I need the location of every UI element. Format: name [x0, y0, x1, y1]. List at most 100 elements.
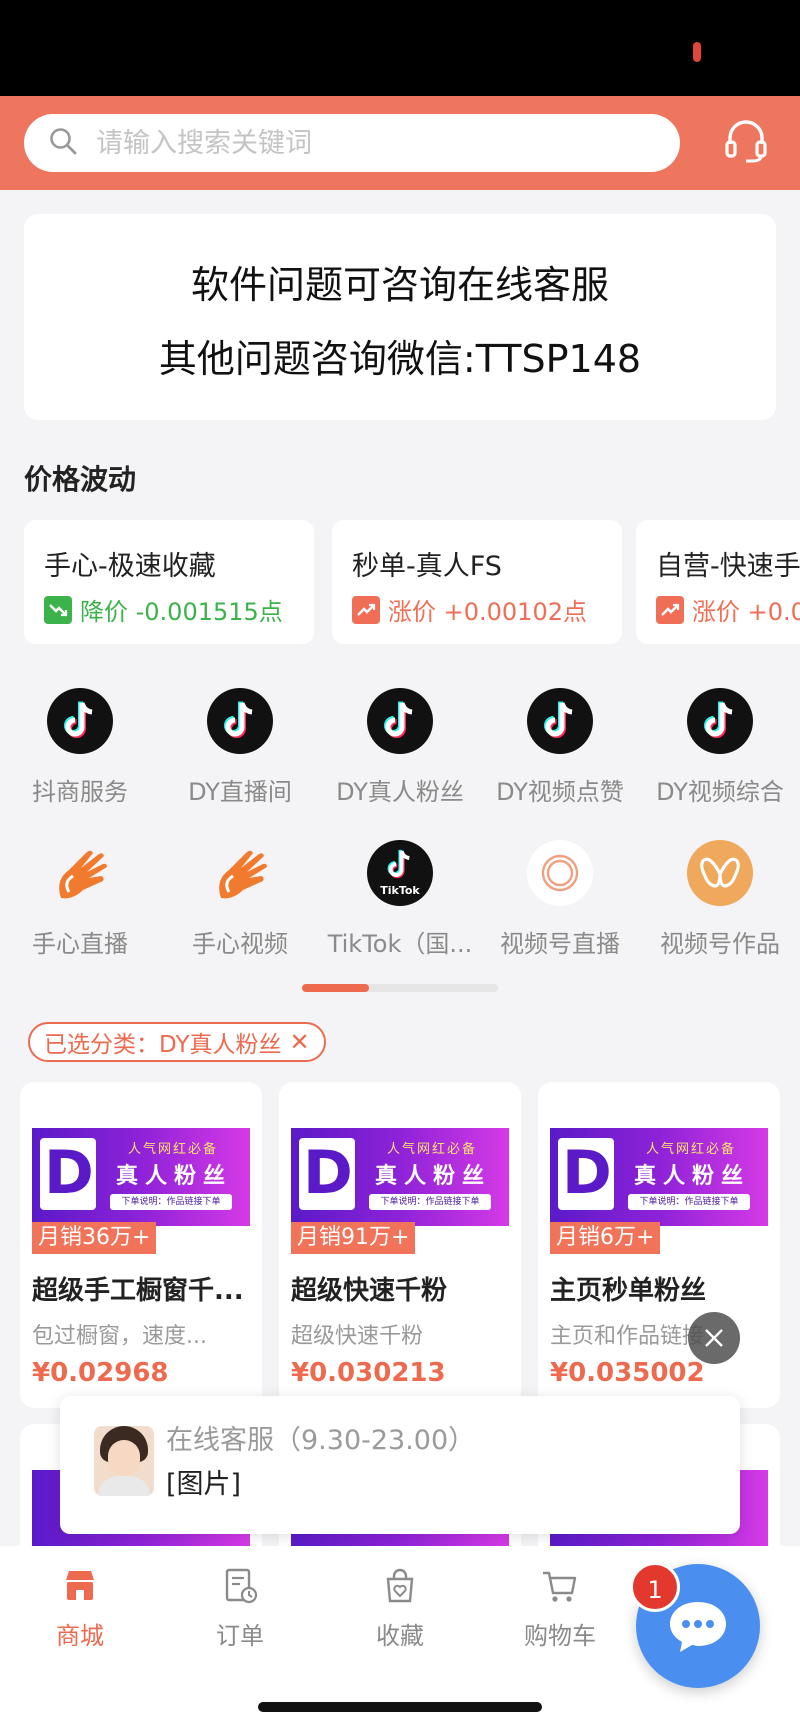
douyin-icon	[207, 688, 273, 754]
notice-card: 软件问题可咨询在线客服 其他问题咨询微信:TTSP148	[24, 214, 776, 420]
category-label: 手心直播	[32, 930, 128, 958]
price-card-name: 自营-快速手	[656, 551, 800, 582]
chat-message: [图片]	[166, 1469, 242, 1500]
store-icon	[66, 1571, 94, 1600]
ring-icon	[527, 840, 593, 906]
product-desc: 超级快速千粉	[291, 1324, 424, 1349]
status-bar	[0, 0, 800, 96]
category-item[interactable]: 手心视频	[160, 840, 320, 959]
category-item[interactable]: DY真人粉丝	[320, 688, 480, 807]
product-desc: 包过橱窗，速度...	[32, 1324, 207, 1349]
home-indicator	[258, 1702, 542, 1712]
douyin-logo-icon: D	[299, 1138, 355, 1210]
category-scroll-indicator	[302, 984, 498, 992]
recording-indicator	[693, 42, 701, 62]
tab-favorites[interactable]: 收藏	[320, 1566, 480, 1651]
category-item[interactable]: 手心直播	[0, 840, 160, 959]
hand-icon	[207, 840, 273, 906]
banner-title: 真人粉丝	[375, 1164, 492, 1189]
category-label: TikTok（国...	[327, 930, 473, 958]
selected-category-label: 已选分类：DY真人粉丝	[44, 1032, 282, 1058]
category-label: DY直播间	[188, 778, 292, 806]
category-label: 手心视频	[192, 930, 288, 958]
category-item[interactable]: DY直播间	[160, 688, 320, 807]
price-card-change: 降价 -0.001515点	[44, 592, 283, 627]
price-card-name: 手心-极速收藏	[44, 551, 216, 582]
banner-title: 真人粉丝	[116, 1164, 233, 1189]
banner-note: 下单说明：作品链接下单	[628, 1194, 750, 1210]
product-title: 超级快速千粉	[291, 1276, 448, 1306]
category-item[interactable]: 抖商服务	[0, 688, 160, 807]
search-icon	[48, 126, 78, 160]
price-card[interactable]: 手心-极速收藏 降价 -0.001515点	[24, 520, 314, 644]
banner-tagline: 人气网红必备	[387, 1142, 478, 1157]
price-card-change: 涨价 +0.0	[656, 592, 800, 627]
tab-label: 商城	[56, 1622, 104, 1650]
agent-avatar	[94, 1426, 154, 1496]
search-input[interactable]	[96, 127, 616, 159]
price-section-title: 价格波动	[24, 463, 137, 496]
product-banner: D 人气网红必备 真人粉丝 下单说明：作品链接下单	[550, 1128, 768, 1226]
sales-badge: 月销36万+	[32, 1222, 157, 1254]
douyin-icon	[47, 688, 113, 754]
cart-icon	[543, 1571, 577, 1602]
notice-line-1: 软件问题可咨询在线客服	[190, 263, 609, 307]
price-card-name: 秒单-真人FS	[352, 551, 502, 582]
category-item[interactable]: 视频号直播	[480, 840, 640, 959]
sales-badge: 月销6万+	[550, 1222, 661, 1254]
product-card[interactable]: D 人气网红必备 真人粉丝 下单说明：作品链接下单 月销36万+ 超级手工橱窗千…	[20, 1082, 262, 1408]
trend-up-icon	[656, 595, 684, 624]
douyin-icon	[367, 688, 433, 754]
tiktok-icon: TikTok	[367, 840, 433, 906]
category-label: 抖商服务	[32, 778, 128, 806]
price-cards-row: 手心-极速收藏 降价 -0.001515点 秒单-真人FS 涨价 +0.0010…	[24, 520, 800, 646]
trend-up-icon	[352, 595, 380, 624]
product-card[interactable]: D 人气网红必备 真人粉丝 下单说明：作品链接下单 月销6万+ 主页秒单粉丝 主…	[538, 1082, 780, 1408]
chat-message-popup[interactable]: 在线客服（9.30-23.00） [图片]	[60, 1396, 740, 1534]
category-label: 视频号直播	[500, 930, 620, 958]
category-item[interactable]: TikTok TikTok（国...	[320, 840, 480, 959]
category-item[interactable]: 视频号作品	[640, 840, 800, 959]
tab-label: 订单	[216, 1622, 264, 1650]
price-card[interactable]: 秒单-真人FS 涨价 +0.00102点	[332, 520, 622, 644]
product-price: ¥0.030213	[291, 1358, 446, 1388]
tab-cart[interactable]: 购物车	[480, 1566, 640, 1651]
category-label: DY视频点赞	[496, 778, 624, 806]
chat-bubble-icon	[670, 1602, 726, 1652]
product-card[interactable]: D 人气网红必备 真人粉丝 下单说明：作品链接下单 月销91万+ 超级快速千粉 …	[279, 1082, 521, 1408]
product-banner: D 人气网红必备 真人粉丝 下单说明：作品链接下单	[291, 1128, 509, 1226]
price-change-text: 涨价 +0.0	[692, 598, 800, 626]
category-item[interactable]: DY视频点赞	[480, 688, 640, 807]
chat-title: 在线客服（9.30-23.00）	[166, 1425, 476, 1456]
tab-orders[interactable]: 订单	[160, 1566, 320, 1651]
product-banner: D 人气网红必备 真人粉丝 下单说明：作品链接下单	[32, 1128, 250, 1226]
tab-store[interactable]: 商城	[0, 1566, 160, 1651]
product-price: ¥0.035002	[550, 1358, 705, 1388]
tab-label: 收藏	[376, 1622, 424, 1650]
douyin-icon	[687, 688, 753, 754]
banner-title: 真人粉丝	[634, 1164, 751, 1189]
product-title: 超级手工橱窗千...	[32, 1276, 244, 1306]
product-title: 主页秒单粉丝	[550, 1276, 707, 1306]
selected-category-chip[interactable]: 已选分类：DY真人粉丝 ✕	[28, 1022, 326, 1062]
price-card[interactable]: 自营-快速手 涨价 +0.0	[636, 520, 800, 644]
banner-note: 下单说明：作品链接下单	[110, 1194, 232, 1210]
banner-tagline: 人气网红必备	[128, 1142, 219, 1157]
tiktok-logo-text: TikTok	[380, 884, 420, 897]
price-change-text: 降价 -0.001515点	[80, 598, 283, 626]
favorite-bag-icon	[386, 1568, 414, 1603]
close-icon	[705, 1329, 723, 1347]
douyin-logo-icon: D	[558, 1138, 614, 1210]
banner-tagline: 人气网红必备	[646, 1142, 737, 1157]
banner-note: 下单说明：作品链接下单	[369, 1194, 491, 1210]
sales-badge: 月销91万+	[291, 1222, 416, 1254]
category-item[interactable]: DY视频综合	[640, 688, 800, 807]
clear-filter-icon[interactable]: ✕	[290, 1028, 310, 1056]
category-label: DY视频综合	[656, 778, 784, 806]
hand-icon	[47, 840, 113, 906]
customer-service-icon[interactable]	[724, 118, 768, 164]
search-bar[interactable]	[24, 114, 680, 172]
category-label: 视频号作品	[660, 930, 780, 958]
close-popup-button[interactable]	[688, 1312, 740, 1364]
order-icon	[225, 1568, 258, 1604]
